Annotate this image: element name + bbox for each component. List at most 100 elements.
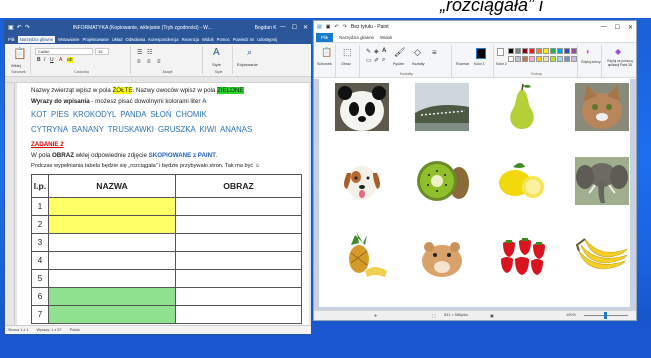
shapes-label[interactable]: Kształty <box>412 62 425 66</box>
name-cell[interactable] <box>48 233 176 252</box>
tab-mailings[interactable]: Korespondencja <box>148 37 178 42</box>
color-swatch[interactable] <box>564 56 570 62</box>
styles-icon[interactable]: A <box>213 47 220 58</box>
font-color-icon[interactable]: A <box>59 57 62 63</box>
pear-image[interactable] <box>495 83 549 131</box>
name-cell-yellow[interactable] <box>48 197 176 216</box>
bananas-image[interactable] <box>575 231 629 279</box>
redo-icon[interactable]: ↷ <box>25 24 30 31</box>
name-cell-green[interactable] <box>48 287 176 306</box>
image-cell[interactable] <box>175 233 302 252</box>
minimize-icon[interactable]: — <box>601 24 607 31</box>
align-right-icon[interactable]: ≡ <box>157 59 161 65</box>
paint3d-label[interactable]: Edytuj za pomocą aplikacji Paint 3D <box>604 59 636 67</box>
align-center-icon[interactable]: ≡ <box>147 59 151 65</box>
tab-home[interactable]: Narzędzia główne <box>17 35 56 43</box>
word-window[interactable]: ▣ ↶ ↷ INFORMATYKA (Kopiowanie, wklejanie… <box>4 20 312 335</box>
zoom-slider-thumb[interactable] <box>604 312 607 319</box>
color1-swatch[interactable] <box>476 48 486 59</box>
image-cell[interactable] <box>175 269 302 288</box>
strawberries-image[interactable] <box>495 231 549 279</box>
tell-me[interactable]: Powiedz mi <box>233 37 254 42</box>
paint3d-icon[interactable]: ◆ <box>615 47 621 56</box>
color-swatch[interactable] <box>543 56 549 62</box>
color-swatch[interactable] <box>515 48 521 54</box>
image-label[interactable]: Obraz <box>341 62 351 66</box>
color-swatch[interactable] <box>529 48 535 54</box>
undo-icon[interactable]: ↶ <box>334 24 338 30</box>
name-cell[interactable] <box>48 269 176 288</box>
tab-view[interactable]: Widok <box>202 37 214 42</box>
color-swatch[interactable] <box>564 48 570 54</box>
image-cell[interactable] <box>175 305 302 324</box>
tab-references[interactable]: Odwołania <box>126 37 146 42</box>
outline-icon[interactable]: ≡ <box>432 48 437 57</box>
image-cell[interactable] <box>175 197 302 216</box>
color-swatch[interactable] <box>529 56 535 62</box>
save-icon[interactable]: ▣ <box>326 24 331 30</box>
color-swatch[interactable] <box>557 56 563 62</box>
zoom-level[interactable]: 100% <box>566 313 576 317</box>
color-swatch[interactable] <box>536 56 542 62</box>
undo-icon[interactable]: ↶ <box>17 24 22 31</box>
styles-label[interactable]: Style <box>212 62 221 67</box>
maximize-icon[interactable]: ☐ <box>292 24 297 31</box>
paste-icon[interactable]: 📋 <box>13 47 27 60</box>
document-page[interactable]: Nazwy zwierząt wpisz w pola ŻÓŁTE. Nazwy… <box>17 83 309 325</box>
tab-review[interactable]: Recenzja <box>182 37 199 42</box>
magnifier-icon[interactable]: ⌕ <box>382 57 385 64</box>
numbering-icon[interactable]: ☷ <box>147 49 152 56</box>
brushes-label[interactable]: Pędzle <box>393 62 404 66</box>
underline-icon[interactable]: U <box>50 57 54 63</box>
elephant-image[interactable] <box>575 157 629 205</box>
pineapple-image[interactable] <box>335 231 389 279</box>
color-swatch[interactable] <box>536 48 542 54</box>
close-icon[interactable]: ✕ <box>303 24 308 31</box>
pencil-icon[interactable]: ✎ <box>366 48 371 55</box>
color-swatch[interactable] <box>571 56 577 62</box>
tab-design[interactable]: Projektowanie <box>82 37 108 42</box>
editing-label[interactable]: Edytowanie <box>237 62 258 67</box>
color2-swatch[interactable] <box>497 48 504 56</box>
image-cell[interactable] <box>175 287 302 306</box>
color-swatch[interactable] <box>550 48 556 54</box>
maximize-icon[interactable]: ☐ <box>615 24 620 31</box>
image-cell[interactable] <box>175 251 302 270</box>
share-button[interactable]: Udostępnij <box>257 37 277 42</box>
tab-home[interactable]: Narzędzia główne <box>339 33 374 42</box>
color-swatch[interactable] <box>522 56 528 62</box>
cat-image[interactable] <box>575 83 629 131</box>
save-icon[interactable]: ▣ <box>8 24 14 31</box>
font-name-select[interactable]: Calibri <box>35 48 93 55</box>
name-cell[interactable] <box>48 251 176 270</box>
bullets-icon[interactable]: ☰ <box>137 49 142 56</box>
align-left-icon[interactable]: ≡ <box>137 59 141 65</box>
size-label[interactable]: Rozmiar <box>456 62 469 66</box>
tab-file[interactable]: Plik <box>316 33 334 42</box>
color-swatch[interactable] <box>543 48 549 54</box>
kiwi-image[interactable] <box>415 157 469 205</box>
tab-layout[interactable]: Układ <box>112 37 123 42</box>
tab-file[interactable]: Plik <box>8 37 15 42</box>
bold-icon[interactable]: B <box>37 57 41 63</box>
picker-icon[interactable]: ✐ <box>374 57 379 64</box>
tab-view[interactable]: Widok <box>380 33 392 42</box>
user-name[interactable]: Bogdan K <box>255 25 277 31</box>
highlight-icon[interactable]: ab <box>67 57 73 63</box>
eraser-icon[interactable]: ▭ <box>366 57 372 64</box>
paint-titlebar[interactable]: ▤ ▣ ↶ ↷ Bez tytułu - Paint — ☐ ✕ <box>314 21 636 33</box>
paste-label[interactable]: Wklej <box>11 63 21 68</box>
assignment-table[interactable]: l.p. NAZWA OBRAZ 1 2 3 4 5 6 7 <box>31 174 302 324</box>
fill-icon[interactable]: ◈ <box>374 48 379 55</box>
italic-icon[interactable]: I <box>44 57 45 63</box>
redo-icon[interactable]: ↷ <box>343 24 347 30</box>
name-cell-green[interactable] <box>48 305 176 324</box>
color-swatch[interactable] <box>508 56 514 62</box>
paint-window[interactable]: ▤ ▣ ↶ ↷ Bez tytułu - Paint — ☐ ✕ Plik Na… <box>313 20 637 321</box>
color-swatch[interactable] <box>550 56 556 62</box>
edit-colors-icon[interactable]: ◐ <box>586 47 591 56</box>
close-icon[interactable]: ✕ <box>628 24 633 31</box>
image-cell[interactable] <box>175 215 302 234</box>
edit-colors-label[interactable]: Edytuj kolory <box>581 60 601 64</box>
paste-icon[interactable]: 📋 <box>321 47 332 58</box>
